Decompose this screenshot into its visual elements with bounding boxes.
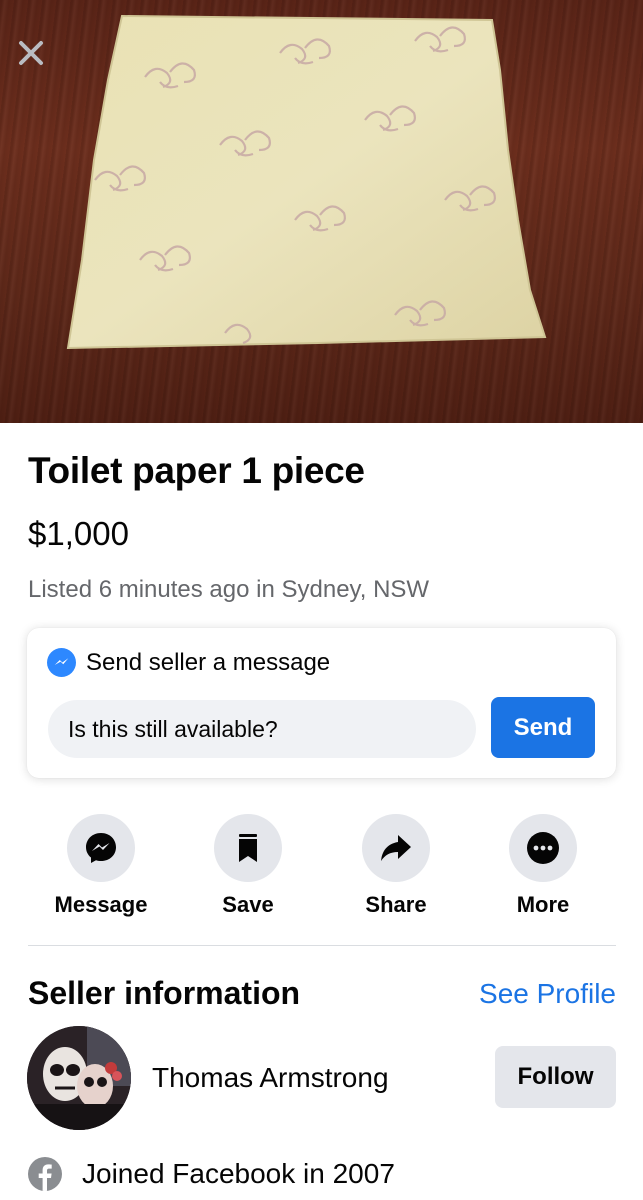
message-card: Send seller a message Send — [27, 628, 616, 778]
close-icon — [19, 41, 43, 65]
seller-info-heading: Seller information — [28, 975, 301, 1011]
facebook-icon — [28, 1157, 62, 1191]
listing-title: Toilet paper 1 piece — [28, 450, 365, 491]
share-action-button[interactable]: Share — [326, 814, 466, 918]
share-action-circle[interactable] — [362, 814, 430, 882]
messenger-icon — [86, 833, 116, 863]
share-action-label: Share — [365, 892, 427, 917]
messenger-icon — [47, 648, 76, 677]
avatar-image — [27, 1026, 131, 1130]
listing-meta: Listed 6 minutes ago in Sydney, NSW — [28, 576, 430, 603]
save-action-circle[interactable] — [214, 814, 282, 882]
message-input[interactable] — [48, 700, 476, 758]
save-action-label: Save — [222, 892, 274, 917]
seller-avatar[interactable] — [27, 1026, 131, 1130]
listing-price: $1,000 — [28, 515, 129, 552]
send-button[interactable]: Send — [491, 697, 595, 758]
seller-name[interactable]: Thomas Armstrong — [152, 1062, 389, 1094]
more-dots-icon — [527, 832, 559, 864]
bookmark-icon — [239, 834, 257, 862]
more-action-label: More — [516, 892, 570, 917]
message-action-button[interactable]: Message — [31, 814, 171, 918]
close-button[interactable] — [14, 36, 48, 70]
share-arrow-icon — [381, 835, 411, 861]
more-action-circle[interactable] — [509, 814, 577, 882]
toilet-paper-image — [66, 14, 547, 350]
message-card-heading: Send seller a message — [86, 648, 331, 676]
see-profile-link[interactable]: See Profile — [479, 978, 616, 1010]
save-action-button[interactable]: Save — [178, 814, 318, 918]
joined-facebook-text: Joined Facebook in 2007 — [82, 1158, 395, 1189]
more-action-button[interactable]: More — [473, 814, 613, 918]
message-action-label: Message — [54, 892, 148, 917]
message-action-circle[interactable] — [67, 814, 135, 882]
message-card-header: Send seller a message — [47, 648, 330, 677]
joined-facebook-row: Joined Facebook in 2007 — [28, 1157, 395, 1191]
follow-button[interactable]: Follow — [495, 1046, 616, 1108]
listing-photo[interactable] — [0, 0, 643, 423]
divider — [28, 945, 616, 946]
